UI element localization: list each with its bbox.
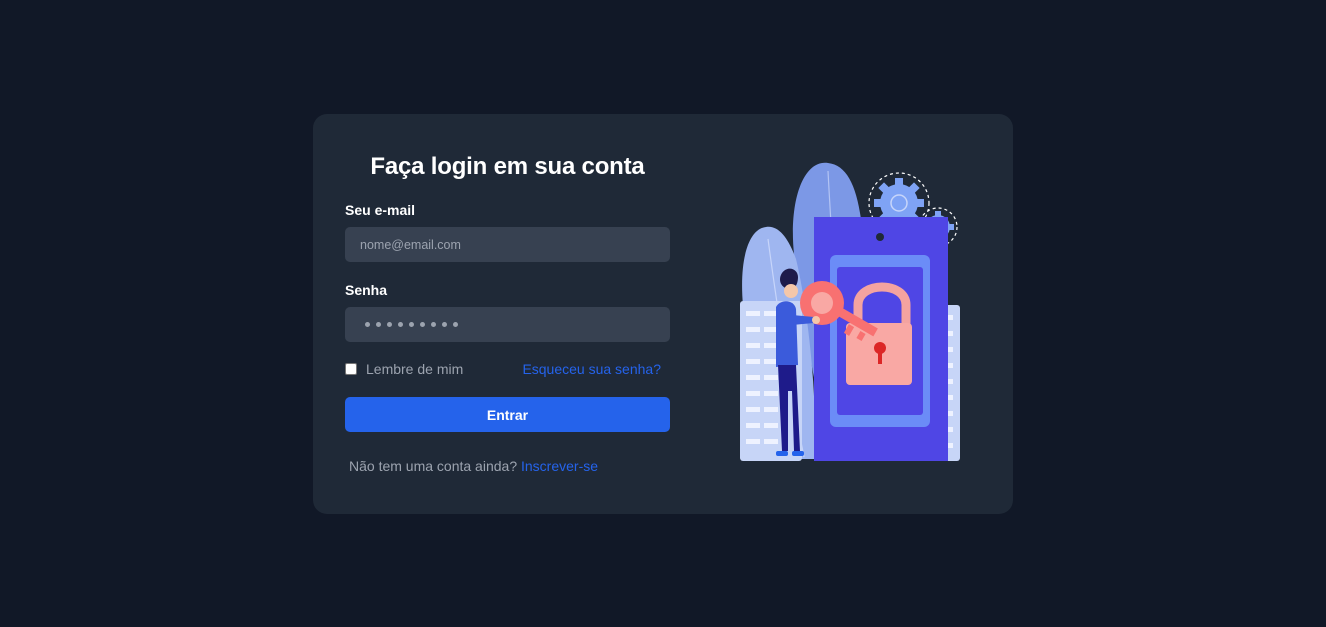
password-dot [376, 322, 381, 327]
password-dot [398, 322, 403, 327]
password-label: Senha [345, 282, 388, 298]
security-lock-key-illustration [740, 162, 960, 461]
password-dots [360, 322, 458, 327]
email-placeholder: nome@email.com [360, 237, 461, 252]
password-dot [365, 322, 370, 327]
remember-checkbox[interactable] [345, 363, 357, 375]
password-dot [431, 322, 436, 327]
password-dot [453, 322, 458, 327]
email-field[interactable]: nome@email.com [345, 227, 670, 262]
signup-text: Não tem uma conta ainda? [349, 458, 518, 474]
login-form: Faça login em sua conta Seu e-mail nome@… [345, 114, 670, 514]
signup-prompt: Não tem uma conta ainda? Inscrever-se [349, 458, 598, 474]
remember-me[interactable]: Lembre de mim [345, 361, 463, 377]
signup-link[interactable]: Inscrever-se [521, 458, 598, 474]
email-label: Seu e-mail [345, 202, 416, 218]
remember-label[interactable]: Lembre de mim [366, 361, 463, 377]
password-dot [409, 322, 414, 327]
forgot-password-link[interactable]: Esqueceu sua senha? [522, 361, 661, 377]
page-title: Faça login em sua conta [370, 153, 645, 180]
password-dot [442, 322, 447, 327]
login-button[interactable]: Entrar [345, 397, 670, 432]
login-card: Faça login em sua conta Seu e-mail nome@… [313, 114, 1013, 514]
password-dot [387, 322, 392, 327]
password-dot [420, 322, 425, 327]
password-field[interactable] [345, 307, 670, 342]
